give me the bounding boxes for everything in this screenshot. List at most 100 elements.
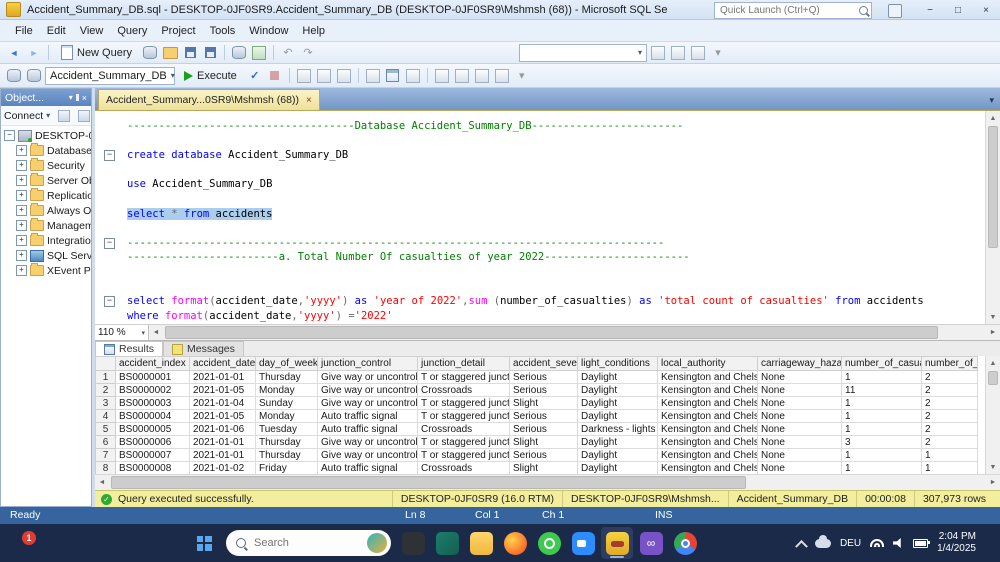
results-to-file-icon[interactable]: [404, 67, 422, 85]
disconnect-icon[interactable]: [55, 107, 73, 125]
scroll-right-icon[interactable]: ►: [986, 475, 1000, 490]
tree-node-server-objects[interactable]: + Server Objects: [1, 173, 91, 188]
tree-node-sql-server-agent[interactable]: + SQL Server Agent: [1, 248, 91, 263]
grid-cell[interactable]: T or staggered junction: [417, 370, 510, 384]
grid-cell[interactable]: 11: [841, 383, 922, 397]
column-header-number_of_casualties[interactable]: number_of_casualties: [841, 356, 922, 371]
grid-cell[interactable]: Crossroads: [417, 383, 510, 397]
grid-cell[interactable]: Serious: [509, 370, 578, 384]
grid-cell[interactable]: None: [757, 448, 842, 462]
code-line[interactable]: [95, 134, 985, 149]
menu-item-project[interactable]: Project: [154, 22, 202, 40]
row-number[interactable]: 5: [95, 422, 116, 436]
toolbar-combobox[interactable]: ▾: [519, 43, 648, 62]
grid-cell[interactable]: T or staggered junction: [417, 409, 510, 423]
language-indicator[interactable]: DEU: [840, 538, 861, 549]
grid-cell[interactable]: 1: [841, 448, 922, 462]
grid-cell[interactable]: None: [757, 409, 842, 423]
grid-cell[interactable]: Serious: [509, 383, 578, 397]
grid-cell[interactable]: None: [757, 422, 842, 436]
grid-cell[interactable]: 2: [921, 435, 978, 449]
include-estimated-plan-icon[interactable]: [295, 67, 313, 85]
expand-icon[interactable]: +: [16, 190, 27, 201]
expand-icon[interactable]: +: [16, 175, 27, 186]
start-button[interactable]: [188, 527, 220, 559]
new-database-engine-query-icon[interactable]: [141, 44, 159, 62]
find-icon[interactable]: [649, 44, 667, 62]
pin-icon[interactable]: [75, 94, 79, 101]
notification-badge[interactable]: 1: [22, 531, 36, 545]
close-tab-icon[interactable]: ×: [306, 95, 312, 106]
column-header-carriageway_hazards[interactable]: carriageway_hazards: [757, 356, 842, 371]
code-line[interactable]: ------------------------------------Data…: [95, 119, 985, 134]
expand-icon[interactable]: +: [16, 250, 27, 261]
scrollbar-thumb[interactable]: [165, 326, 938, 339]
grid-horizontal-scrollbar[interactable]: ◄ ►: [95, 474, 1000, 490]
onedrive-icon[interactable]: [814, 534, 831, 548]
tree-node-databases[interactable]: + Databases: [1, 143, 91, 158]
grid-cell[interactable]: 1: [841, 396, 922, 410]
grid-cell[interactable]: Monday: [255, 383, 318, 397]
results-to-grid-icon[interactable]: [384, 67, 402, 85]
grid-cell[interactable]: Thursday: [255, 370, 318, 384]
grid-cell[interactable]: 1: [921, 448, 978, 462]
fold-collapse-icon[interactable]: −: [104, 296, 115, 308]
taskbar-search-input[interactable]: [252, 536, 346, 550]
quick-launch-input[interactable]: [718, 4, 840, 17]
fold-collapse-icon[interactable]: −: [104, 150, 115, 162]
ssms-icon[interactable]: [601, 527, 633, 559]
scrollbar-thumb[interactable]: [111, 476, 746, 489]
code-line[interactable]: ------------------------a. Total Number …: [95, 250, 985, 265]
tree-node-always-on-high-availability[interactable]: + Always On High Availability: [1, 203, 91, 218]
code-line[interactable]: select * from accidents: [95, 207, 985, 222]
code-line[interactable]: − create database Accident_Summary_DB: [95, 148, 985, 163]
tree-node-replication[interactable]: + Replication: [1, 188, 91, 203]
uncomment-lines-icon[interactable]: [453, 67, 471, 85]
grid-cell[interactable]: Give way or uncontrolled: [317, 448, 418, 462]
grid-cell[interactable]: Daylight: [577, 383, 658, 397]
grid-cell[interactable]: Slight: [509, 461, 578, 474]
row-number[interactable]: 1: [95, 370, 116, 384]
grid-cell[interactable]: 2: [921, 370, 978, 384]
connect-database-icon[interactable]: [5, 67, 23, 85]
scroll-up-icon[interactable]: ▲: [986, 356, 1000, 370]
grid-cell[interactable]: BS0000004: [115, 409, 190, 423]
grid-cell[interactable]: Slight: [509, 396, 578, 410]
row-number[interactable]: 3: [95, 396, 116, 410]
grid-cell[interactable]: 2021-01-05: [189, 383, 256, 397]
available-databases-combo[interactable]: Accident_Summary_DB ▾: [45, 66, 175, 85]
nav-backward-icon[interactable]: ◄: [5, 44, 23, 62]
grid-cell[interactable]: Sunday: [255, 396, 318, 410]
grid-cell[interactable]: 2021-01-05: [189, 409, 256, 423]
close-button[interactable]: ×: [972, 0, 1000, 20]
code-line[interactable]: − ---------------------------------------…: [95, 236, 985, 251]
grid-cell[interactable]: Daylight: [577, 461, 658, 474]
grid-cell[interactable]: None: [757, 461, 842, 474]
row-number[interactable]: 4: [95, 409, 116, 423]
grid-cell[interactable]: 2021-01-01: [189, 448, 256, 462]
grid-cell[interactable]: Daylight: [577, 435, 658, 449]
grid-cell[interactable]: Friday: [255, 461, 318, 474]
menu-item-file[interactable]: File: [8, 22, 40, 40]
grid-cell[interactable]: Kensington and Chelsea: [657, 435, 758, 449]
expand-icon[interactable]: +: [16, 205, 27, 216]
menu-item-help[interactable]: Help: [295, 22, 332, 40]
grid-cell[interactable]: Slight: [509, 435, 578, 449]
tab-results[interactable]: Results: [95, 341, 164, 356]
grid-cell[interactable]: BS0000007: [115, 448, 190, 462]
grid-cell[interactable]: Give way or uncontrolled: [317, 383, 418, 397]
chrome-icon[interactable]: [669, 527, 701, 559]
scrollbar-thumb[interactable]: [988, 126, 998, 248]
nav-forward-icon[interactable]: ►: [25, 44, 43, 62]
tree-node-security[interactable]: + Security: [1, 158, 91, 173]
grid-cell[interactable]: Daylight: [577, 370, 658, 384]
grid-cell[interactable]: Serious: [509, 448, 578, 462]
stop-icon[interactable]: [75, 107, 93, 125]
grid-cell[interactable]: Give way or uncontrolled: [317, 435, 418, 449]
tab-messages[interactable]: Messages: [163, 341, 244, 356]
grid-cell[interactable]: Daylight: [577, 409, 658, 423]
activity-monitor-icon[interactable]: [250, 44, 268, 62]
grid-cell[interactable]: 1: [841, 461, 922, 474]
grid-cell[interactable]: Monday: [255, 409, 318, 423]
grid-cell[interactable]: Crossroads: [417, 461, 510, 474]
